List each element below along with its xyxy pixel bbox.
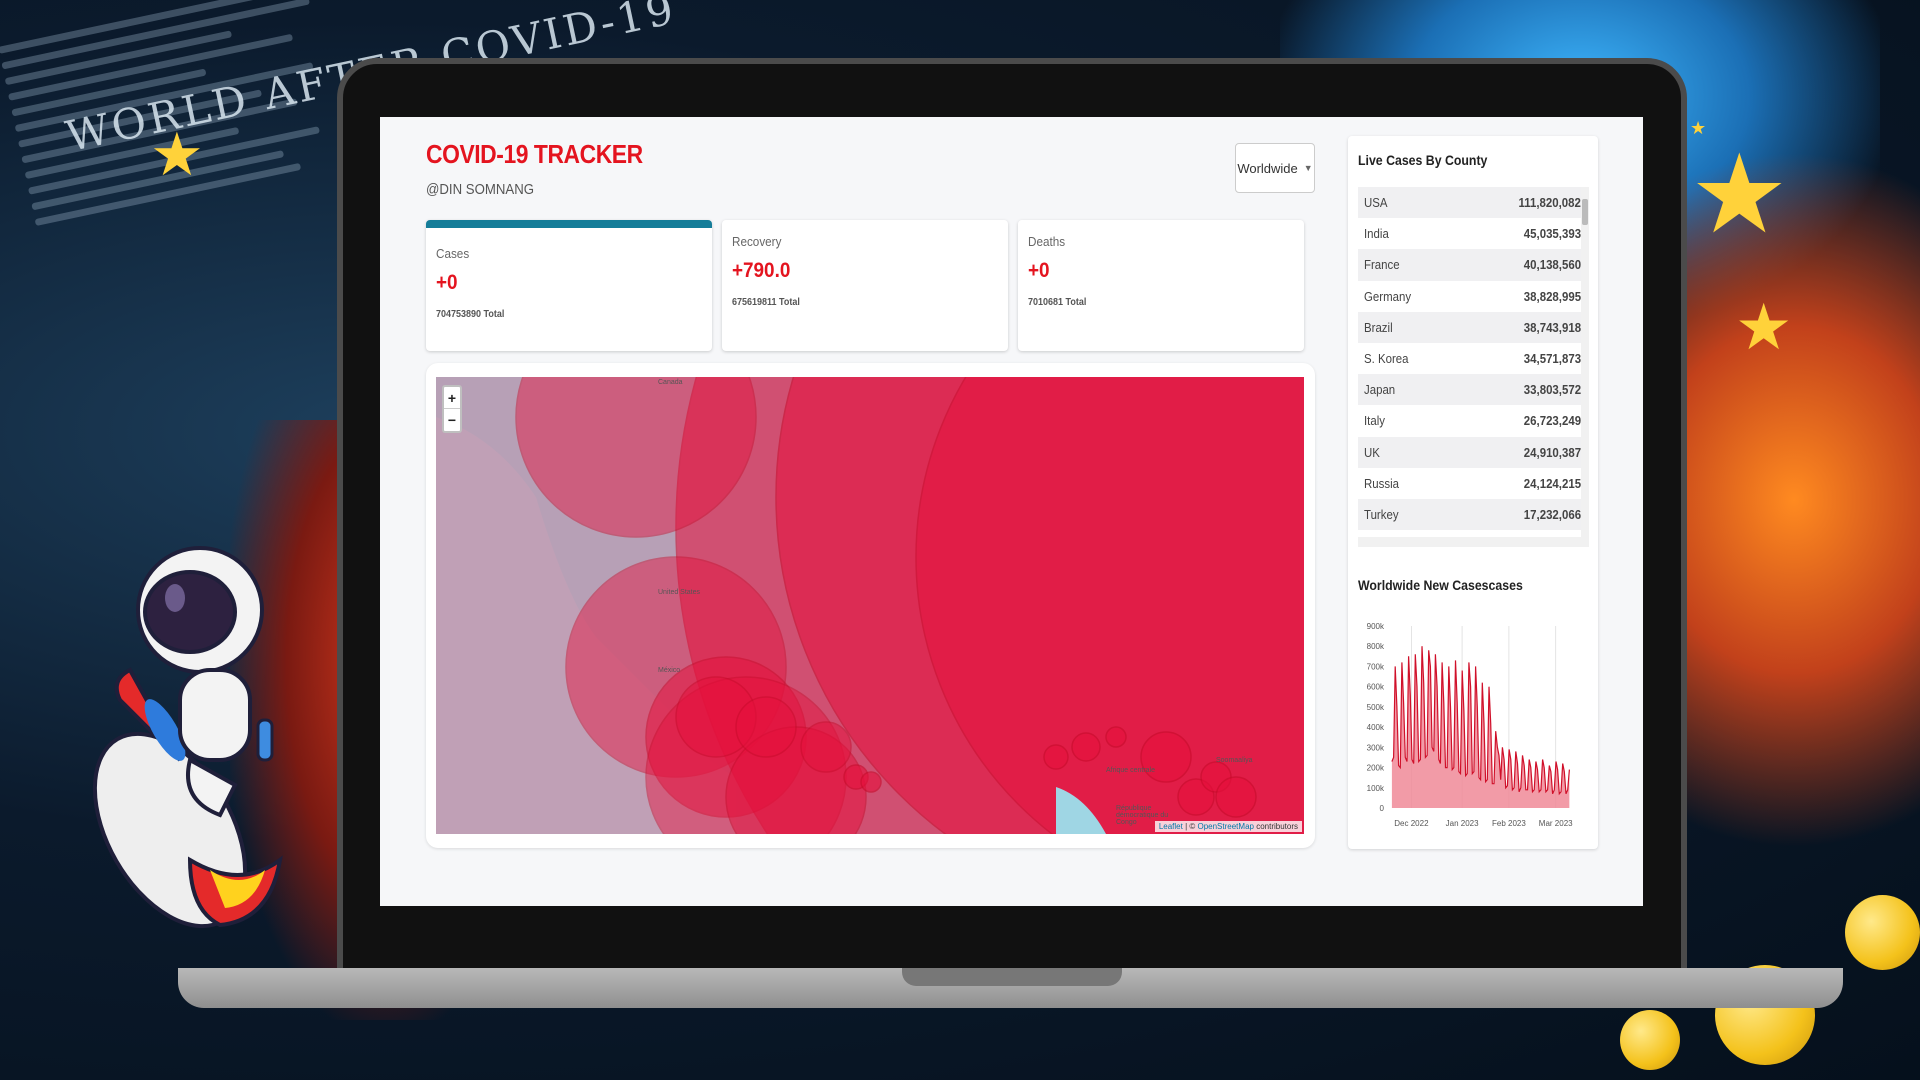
table-row: France 40,138,560 — [1358, 249, 1587, 281]
app-window: COVID-19 TRACKER @DIN SOMNANG Worldwide … — [380, 117, 1643, 906]
astronaut-rocket-illustration — [92, 546, 283, 929]
country-cases: 38,828,995 — [1523, 288, 1581, 304]
x-tick-label: Jan 2023 — [1446, 819, 1479, 828]
country-name: USA — [1364, 195, 1388, 211]
live-cases-title: Live Cases By County — [1358, 152, 1488, 168]
x-tick-label: Dec 2022 — [1394, 819, 1429, 828]
star-icon: ★ — [150, 121, 204, 188]
table-row: USA 111,820,082 — [1358, 187, 1587, 219]
world-map[interactable]: Canada United States México République d… — [436, 377, 1304, 834]
map-container: Canada United States México République d… — [426, 363, 1315, 848]
map-attribution: Leaflet | © OpenStreetMap contributors — [1154, 821, 1302, 832]
country-cases: 34,571,873 — [1523, 351, 1581, 367]
country-cases: 45,035,393 — [1523, 226, 1581, 242]
card-total: 7010681 Total — [1028, 297, 1087, 308]
y-tick-label: 300k — [1367, 743, 1385, 752]
y-tick-label: 600k — [1367, 683, 1385, 692]
country-cases: 111,820,082 — [1518, 195, 1581, 211]
scrollbar-thumb[interactable] — [1582, 199, 1588, 225]
y-tick-label: 800k — [1367, 642, 1385, 651]
map-label: Canada — [658, 379, 683, 386]
table-row: Turkey 17,232,066 — [1358, 498, 1587, 531]
moon-icon — [1845, 895, 1920, 970]
y-tick-label: 100k — [1367, 784, 1385, 793]
attribution-text: contributors — [1253, 822, 1298, 831]
recovery-card[interactable]: Recovery +790.0 675619811 Total — [722, 220, 1008, 351]
y-tick-label: 500k — [1367, 703, 1385, 712]
country-cases: 24,124,215 — [1523, 475, 1581, 491]
star-icon: ★ — [1735, 291, 1793, 363]
map-circles-layer — [436, 377, 1304, 834]
country-name: Germany — [1364, 288, 1412, 304]
table-row: Brazil 38,743,918 — [1358, 311, 1587, 343]
y-tick-label: 700k — [1367, 662, 1385, 671]
live-cases-table[interactable]: USA 111,820,082 India 45,035,393 France 40,13… — [1358, 187, 1587, 537]
card-label: Recovery — [732, 234, 782, 249]
map-label: México — [658, 667, 681, 674]
map-label: Afrique centrale — [1106, 767, 1156, 774]
caret-down-icon: ▼ — [1303, 163, 1313, 173]
card-total: 704753890 Total — [436, 309, 505, 320]
x-tick-label: Mar 2023 — [1539, 819, 1573, 828]
country-cases: 40,138,560 — [1523, 257, 1581, 273]
attribution-separator: | © — [1182, 822, 1198, 831]
zoom-out-button[interactable]: − — [444, 409, 460, 431]
country-cases: 24,910,387 — [1523, 444, 1581, 460]
map-zoom-control: + − — [442, 385, 462, 433]
sidebar-panel: Live Cases By County USA 111,820,082 India… — [1348, 136, 1598, 849]
card-value: +0 — [1028, 259, 1050, 282]
star-icon: ★ — [1690, 118, 1707, 138]
table-vertical-scrollbar[interactable] — [1581, 187, 1589, 537]
country-cases: 33,803,572 — [1523, 382, 1581, 398]
card-total: 675619811 Total — [732, 297, 800, 308]
country-name: Japan — [1364, 382, 1396, 398]
app-subtitle: @DIN SOMNANG — [426, 181, 535, 198]
country-cases: 17,232,066 — [1523, 506, 1581, 522]
country-cases: 38,743,918 — [1523, 319, 1581, 335]
table-row: Russia 24,124,215 — [1358, 468, 1587, 499]
country-name: Russia — [1364, 475, 1399, 491]
table-row: S. Korea 34,571,873 — [1358, 343, 1587, 374]
country-name: France — [1364, 257, 1400, 273]
country-name: S. Korea — [1364, 351, 1409, 367]
card-label: Deaths — [1028, 234, 1066, 249]
y-tick-label: 900k — [1367, 622, 1385, 631]
country-name: Turkey — [1364, 506, 1399, 522]
country-name: Italy — [1364, 413, 1385, 429]
country-name: India — [1364, 226, 1389, 242]
deaths-card[interactable]: Deaths +0 7010681 Total — [1018, 220, 1304, 351]
table-row: UK 24,910,387 — [1358, 436, 1587, 468]
app-title: COVID-19 TRACKER — [426, 139, 643, 169]
y-tick-label: 400k — [1367, 723, 1385, 732]
country-name: Brazil — [1364, 319, 1393, 335]
card-value: +0 — [436, 271, 458, 294]
y-tick-label: 200k — [1367, 764, 1385, 773]
card-value: +790.0 — [732, 259, 791, 282]
country-name: UK — [1364, 444, 1380, 460]
table-horizontal-scrollbar[interactable] — [1358, 537, 1589, 547]
region-select-value: Worldwide — [1237, 160, 1298, 176]
card-label: Cases — [436, 246, 470, 261]
map-label: Soomaaliya — [1216, 757, 1253, 764]
table-row: Italy 26,723,249 — [1358, 405, 1587, 436]
cases-card[interactable]: Cases +0 704753890 Total — [426, 220, 712, 351]
country-cases: 26,723,249 — [1523, 413, 1581, 429]
table-row: India 45,035,393 — [1358, 218, 1587, 249]
leaflet-link[interactable]: Leaflet — [1159, 822, 1183, 831]
zoom-in-button[interactable]: + — [444, 387, 460, 409]
osm-link[interactable]: OpenStreetMap — [1197, 822, 1253, 831]
table-row: Germany 38,828,995 — [1358, 281, 1587, 312]
new-cases-chart: 0 100k 200k 300k 400k 500k 600k 700k 800k 900k Dec… — [1367, 622, 1574, 828]
x-tick-label: Feb 2023 — [1492, 819, 1526, 828]
map-label: United States — [658, 589, 701, 596]
star-icon: ★ — [1690, 133, 1789, 256]
new-cases-title: Worldwide New Casescases — [1358, 577, 1523, 593]
region-select[interactable]: Worldwide ▼ — [1235, 143, 1315, 193]
moon-icon — [1620, 1010, 1680, 1070]
table-row: Japan 33,803,572 — [1358, 374, 1587, 406]
laptop-notch — [902, 968, 1122, 986]
chart-area-fill — [1391, 646, 1570, 808]
y-tick-label: 0 — [1380, 804, 1385, 813]
